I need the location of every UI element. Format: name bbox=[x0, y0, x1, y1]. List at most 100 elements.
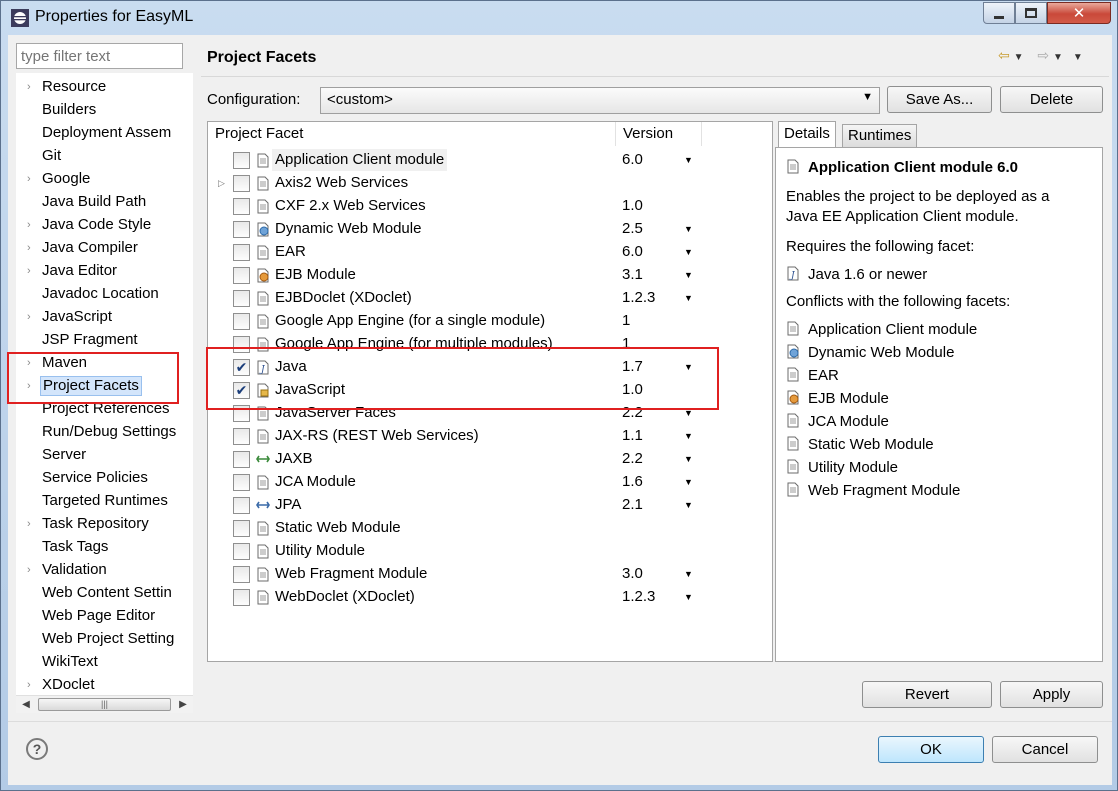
chevron-right-icon[interactable]: › bbox=[27, 514, 37, 534]
version-dropdown-icon[interactable]: ▼ bbox=[684, 287, 693, 309]
chevron-right-icon[interactable]: › bbox=[27, 215, 37, 235]
version-dropdown-icon[interactable]: ▼ bbox=[684, 448, 693, 470]
facet-row[interactable]: JPA 2.1 ▼ bbox=[208, 494, 772, 517]
facet-row[interactable]: JAX-RS (REST Web Services) 1.1 ▼ bbox=[208, 425, 772, 448]
save-as-button[interactable]: Save As... bbox=[887, 86, 992, 113]
facet-row[interactable]: CXF 2.x Web Services 1.0 bbox=[208, 195, 772, 218]
close-button[interactable]: ✕ bbox=[1047, 2, 1111, 24]
facet-checkbox[interactable] bbox=[233, 313, 250, 330]
facet-row[interactable]: EAR 6.0 ▼ bbox=[208, 241, 772, 264]
help-icon[interactable]: ? bbox=[26, 738, 48, 760]
facet-checkbox[interactable] bbox=[233, 589, 250, 606]
facet-row[interactable]: JAXB 2.2 ▼ bbox=[208, 448, 772, 471]
scroll-left-icon[interactable]: ◀ bbox=[18, 697, 34, 713]
facet-version[interactable]: 2.2 bbox=[622, 448, 643, 470]
forward-menu-icon[interactable]: ▼ bbox=[1053, 52, 1063, 63]
facet-row[interactable]: EJB Module 3.1 ▼ bbox=[208, 264, 772, 287]
facet-version[interactable]: 1.1 bbox=[622, 425, 643, 447]
facet-checkbox[interactable] bbox=[233, 290, 250, 307]
ok-button[interactable]: OK bbox=[878, 736, 984, 763]
module-icon bbox=[787, 367, 799, 382]
facet-version[interactable]: 1.2.3 bbox=[622, 586, 655, 608]
chevron-right-icon[interactable]: › bbox=[27, 261, 37, 281]
facet-row[interactable]: Google App Engine (for a single module) 1 bbox=[208, 310, 772, 333]
facet-checkbox[interactable] bbox=[233, 152, 250, 169]
title-bar[interactable]: Properties for EasyML ✕ bbox=[1, 1, 1117, 35]
expand-icon[interactable]: ▷ bbox=[218, 172, 225, 194]
scroll-thumb[interactable]: ||| bbox=[38, 698, 171, 711]
version-dropdown-icon[interactable]: ▼ bbox=[684, 218, 693, 240]
facet-checkbox[interactable] bbox=[233, 474, 250, 491]
facet-version[interactable]: 6.0 bbox=[622, 149, 643, 171]
facet-version[interactable]: 1.0 bbox=[622, 195, 643, 217]
minimize-icon bbox=[994, 15, 1004, 19]
chevron-right-icon[interactable]: › bbox=[27, 169, 37, 189]
chevron-right-icon[interactable]: › bbox=[27, 307, 37, 327]
view-menu-icon[interactable]: ▼ bbox=[1073, 52, 1083, 63]
chevron-right-icon[interactable]: › bbox=[27, 238, 37, 258]
facet-checkbox[interactable] bbox=[233, 543, 250, 560]
facet-row[interactable]: JCA Module 1.6 ▼ bbox=[208, 471, 772, 494]
column-header-version[interactable]: Version bbox=[616, 122, 702, 146]
facet-version[interactable]: 3.0 bbox=[622, 563, 643, 585]
facet-row[interactable]: Static Web Module bbox=[208, 517, 772, 540]
facet-checkbox[interactable] bbox=[233, 566, 250, 583]
version-dropdown-icon[interactable]: ▼ bbox=[684, 264, 693, 286]
back-arrow-icon[interactable]: ⇦ bbox=[998, 47, 1010, 63]
version-dropdown-icon[interactable]: ▼ bbox=[684, 425, 693, 447]
facet-row[interactable]: WebDoclet (XDoclet) 1.2.3 ▼ bbox=[208, 586, 772, 609]
facet-checkbox[interactable] bbox=[233, 198, 250, 215]
delete-button[interactable]: Delete bbox=[1000, 86, 1103, 113]
facet-checkbox[interactable] bbox=[233, 244, 250, 261]
facet-version[interactable]: 1.6 bbox=[622, 471, 643, 493]
module-icon bbox=[787, 413, 799, 428]
chevron-right-icon[interactable]: › bbox=[27, 675, 37, 695]
version-dropdown-icon[interactable]: ▼ bbox=[684, 494, 693, 516]
version-dropdown-icon[interactable]: ▼ bbox=[684, 149, 693, 171]
conflict-item: JCA Module bbox=[786, 410, 1092, 433]
conflict-item-label: EJB Module bbox=[808, 390, 889, 407]
maximize-button[interactable] bbox=[1015, 2, 1047, 24]
facet-version[interactable]: 3.1 bbox=[622, 264, 643, 286]
facet-row[interactable]: ▷ Axis2 Web Services bbox=[208, 172, 772, 195]
facet-row[interactable]: Dynamic Web Module 2.5 ▼ bbox=[208, 218, 772, 241]
apply-button[interactable]: Apply bbox=[1000, 681, 1103, 708]
nav-item-label: Git bbox=[42, 147, 62, 164]
back-menu-icon[interactable]: ▼ bbox=[1014, 52, 1024, 63]
facet-row[interactable]: Web Fragment Module 3.0 ▼ bbox=[208, 563, 772, 586]
facet-checkbox[interactable] bbox=[233, 221, 250, 238]
facet-checkbox[interactable] bbox=[233, 520, 250, 537]
facet-version[interactable]: 2.5 bbox=[622, 218, 643, 240]
module-icon bbox=[257, 544, 269, 559]
scroll-right-icon[interactable]: ▶ bbox=[175, 697, 191, 713]
cancel-button[interactable]: Cancel bbox=[992, 736, 1098, 763]
facet-version[interactable]: 1 bbox=[622, 310, 630, 332]
facet-checkbox[interactable] bbox=[233, 175, 250, 192]
chevron-right-icon[interactable]: › bbox=[27, 77, 37, 97]
chevron-right-icon[interactable]: › bbox=[27, 560, 37, 580]
nav-horizontal-scrollbar[interactable]: ◀ ||| ▶ bbox=[16, 695, 193, 713]
filter-input[interactable] bbox=[16, 43, 183, 69]
facet-row[interactable]: Application Client module 6.0 ▼ bbox=[208, 149, 772, 172]
conflicts-label: Conflicts with the following facets: bbox=[786, 293, 1011, 310]
revert-button[interactable]: Revert bbox=[862, 681, 992, 708]
facet-version[interactable]: 1.2.3 bbox=[622, 287, 655, 309]
version-dropdown-icon[interactable]: ▼ bbox=[684, 563, 693, 585]
facet-checkbox[interactable] bbox=[233, 497, 250, 514]
facet-checkbox[interactable] bbox=[233, 451, 250, 468]
tab-details[interactable]: Details bbox=[778, 121, 836, 147]
tab-runtimes[interactable]: Runtimes bbox=[842, 124, 918, 147]
facet-row[interactable]: EJBDoclet (XDoclet) 1.2.3 ▼ bbox=[208, 287, 772, 310]
minimize-button[interactable] bbox=[983, 2, 1015, 24]
version-dropdown-icon[interactable]: ▼ bbox=[684, 241, 693, 263]
version-dropdown-icon[interactable]: ▼ bbox=[684, 586, 693, 608]
configuration-select[interactable]: <custom> ▼ bbox=[320, 87, 880, 114]
facet-checkbox[interactable] bbox=[233, 428, 250, 445]
forward-arrow-icon[interactable]: ⇨ bbox=[1037, 47, 1049, 63]
facet-version[interactable]: 6.0 bbox=[622, 241, 643, 263]
facet-checkbox[interactable] bbox=[233, 267, 250, 284]
facet-version[interactable]: 2.1 bbox=[622, 494, 643, 516]
facet-row[interactable]: Utility Module bbox=[208, 540, 772, 563]
column-header-facet[interactable]: Project Facet bbox=[208, 122, 616, 146]
version-dropdown-icon[interactable]: ▼ bbox=[684, 471, 693, 493]
